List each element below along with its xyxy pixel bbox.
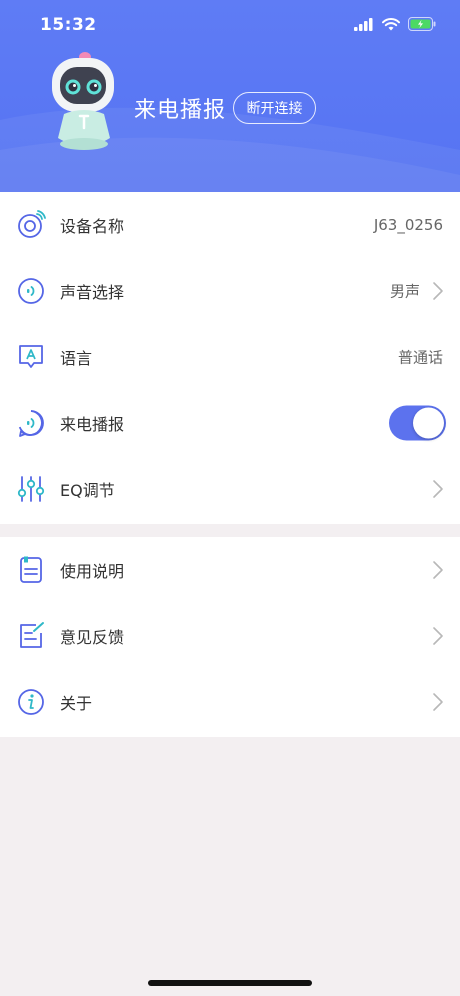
- disconnect-button[interactable]: 断开连接: [233, 92, 316, 124]
- info-icon: [16, 687, 46, 717]
- battery-charging-icon: [408, 17, 436, 31]
- manual-icon: [16, 555, 46, 585]
- call-announce-icon: [16, 408, 46, 438]
- chevron-right-icon: [433, 561, 443, 579]
- sound-icon: [16, 276, 46, 306]
- more-row-manual[interactable]: 使用说明: [0, 537, 460, 603]
- home-indicator[interactable]: [148, 980, 312, 986]
- row-value: 男声: [389, 282, 420, 301]
- settings-row-eq[interactable]: EQ调节: [0, 456, 460, 522]
- header: 15:32 来电播报 断开连接: [0, 0, 460, 192]
- call-announce-toggle[interactable]: [389, 405, 446, 441]
- status-bar: 15:32: [0, 0, 460, 50]
- chevron-right-icon: [433, 627, 443, 645]
- chevron-right-icon: [433, 693, 443, 711]
- row-label: 来电播报: [60, 415, 125, 434]
- feedback-icon: [16, 621, 46, 651]
- toggle-knob: [413, 407, 444, 439]
- row-label: 意见反馈: [60, 628, 125, 647]
- wifi-icon: [382, 17, 400, 30]
- row-label: 语言: [60, 349, 93, 368]
- status-icons: [354, 17, 436, 31]
- settings-row-voice[interactable]: 声音选择 男声: [0, 258, 460, 324]
- row-value: 普通话: [397, 348, 443, 367]
- settings-row-language[interactable]: 语言 普通话: [0, 324, 460, 390]
- settings-row-device-name[interactable]: 设备名称 J63_0256: [0, 192, 460, 258]
- device-icon: [16, 210, 46, 240]
- status-time: 15:32: [40, 15, 97, 35]
- settings-row-call-announce: 来电播报: [0, 390, 460, 456]
- more-section: 使用说明 意见反馈 关于: [0, 537, 460, 737]
- language-icon: [16, 342, 46, 372]
- more-row-about[interactable]: 关于: [0, 669, 460, 735]
- row-label: 声音选择: [60, 283, 125, 302]
- signal-icon: [354, 17, 373, 31]
- robot-avatar: [52, 52, 114, 150]
- row-label: 设备名称: [60, 217, 125, 236]
- more-row-feedback[interactable]: 意见反馈: [0, 603, 460, 669]
- page-title: 来电播报: [134, 98, 227, 123]
- row-value: J63_0256: [373, 216, 443, 234]
- chevron-right-icon: [433, 480, 443, 498]
- row-label: 使用说明: [60, 562, 125, 581]
- eq-icon: [16, 474, 46, 504]
- row-label: EQ调节: [60, 481, 115, 500]
- chevron-right-icon: [433, 282, 443, 300]
- row-label: 关于: [60, 694, 93, 713]
- settings-section: 设备名称 J63_0256 声音选择 男声 语言 普通话 来电播报 EQ调节: [0, 192, 460, 524]
